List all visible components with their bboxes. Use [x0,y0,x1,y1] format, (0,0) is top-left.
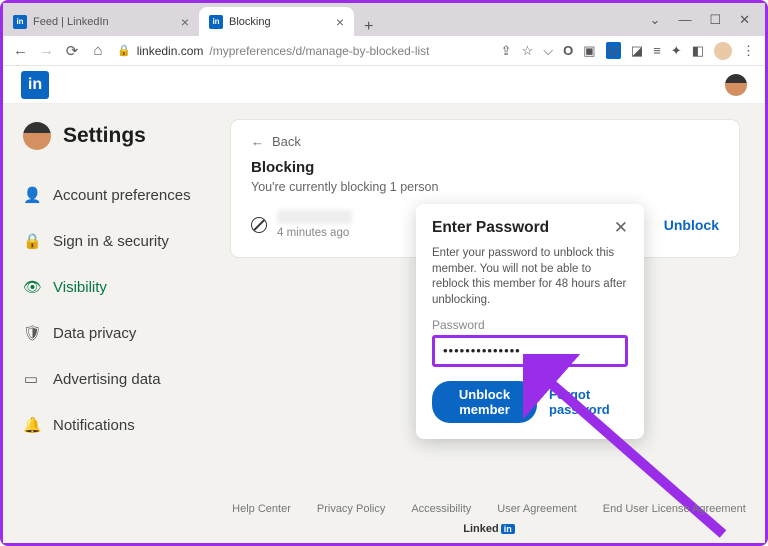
settings-sidebar: Settings 👤 Account preferences 🔒 Sign in… [3,104,213,543]
pocket-icon[interactable]: ⌵ [543,43,553,59]
ublock-icon[interactable]: U [606,42,621,59]
sidebar-item-label: Data privacy [53,325,136,342]
chevron-down-icon[interactable]: ⌄ [650,12,661,28]
main-panel: ← Back Blocking You're currently blockin… [213,104,765,543]
url-input[interactable]: 🔒 linkedin.com/mypreferences/d/manage-by… [117,44,489,58]
reload-icon[interactable]: ⟳ [65,42,79,60]
enter-password-modal: Enter Password ✕ Enter your password to … [416,204,644,439]
new-tab-button[interactable]: + [354,18,383,36]
tab-title: Blocking [229,16,271,28]
sidebar-item-label: Notifications [53,417,135,434]
window-controls: ⌄ — ☐ ✕ [650,3,765,36]
extensions-icon[interactable]: ✦ [671,43,682,59]
linkedin-footer-logo: Linkedin [463,523,514,535]
footer-link[interactable]: Privacy Policy [317,503,385,515]
page-title: Settings [63,124,146,148]
close-icon[interactable]: × [336,14,344,30]
content-area: Settings 👤 Account preferences 🔒 Sign in… [3,104,765,543]
sidebar-item-advertising-data[interactable]: ▭ Advertising data [23,356,213,402]
lock-icon: 🔒 [23,232,39,250]
unblock-button[interactable]: Unblock [664,217,719,233]
footer-link[interactable]: Help Center [232,503,291,515]
arrow-left-icon: ← [251,134,264,149]
address-bar: ← → ⟳ ⌂ 🔒 linkedin.com/mypreferences/d/m… [3,36,765,66]
linkedin-favicon-icon: in [13,15,27,29]
modal-description: Enter your password to unblock this memb… [432,246,628,308]
list-icon[interactable]: ≡ [653,43,661,58]
linkedin-header: in [3,66,765,104]
lock-icon: 🔒 [117,44,131,57]
footer: Help Center Privacy Policy Accessibility… [213,503,765,535]
url-path: /mypreferences/d/manage-by-blocked-list [209,44,429,58]
section-heading: Blocking [251,159,719,176]
opera-ext-icon[interactable]: O [563,43,573,58]
ad-icon: ▭ [23,370,39,388]
person-icon: 👤 [23,186,39,204]
back-label: Back [272,134,301,149]
unblock-member-button[interactable]: Unblock member [432,381,537,423]
sidebar-item-account-preferences[interactable]: 👤 Account preferences [23,172,213,218]
tab-blocking[interactable]: in Blocking × [199,7,354,36]
blocked-time: 4 minutes ago [277,227,352,239]
password-field-highlight [432,335,628,367]
shield-icon: 🛡 [23,324,39,342]
share-icon[interactable]: ⇪ [501,43,512,59]
footer-link[interactable]: End User License Agreement [603,503,746,515]
minimize-icon[interactable]: — [678,12,691,27]
section-subheading: You're currently blocking 1 person [251,180,719,194]
sidebar-item-label: Visibility [53,279,107,296]
me-avatar[interactable] [725,74,747,96]
password-label: Password [432,318,628,332]
sidebar-item-label: Sign in & security [53,233,169,250]
linkedin-logo-icon[interactable]: in [21,71,49,99]
maximize-icon[interactable]: ☐ [709,12,721,28]
blocked-member-name [277,210,352,224]
close-icon[interactable]: × [181,14,189,30]
browser-tab-strip: in Feed | LinkedIn × in Blocking × + ⌄ —… [3,3,765,36]
back-icon[interactable]: ← [13,42,27,59]
linkedin-favicon-icon: in [209,15,223,29]
sidebar-item-data-privacy[interactable]: 🛡 Data privacy [23,310,213,356]
url-host: linkedin.com [137,44,204,58]
sidebar-item-visibility[interactable]: 👁 Visibility [23,264,213,310]
forward-icon[interactable]: → [39,42,53,59]
panel-icon[interactable]: ◧ [692,43,704,59]
video-ext-icon[interactable]: ▣ [583,43,595,59]
menu-icon[interactable]: ⋮ [742,43,755,59]
sidebar-item-sign-in-security[interactable]: 🔒 Sign in & security [23,218,213,264]
footer-link[interactable]: Accessibility [411,503,471,515]
home-icon[interactable]: ⌂ [91,42,105,59]
profile-avatar-icon[interactable] [714,42,732,60]
ban-icon [251,217,267,233]
sidebar-item-label: Account preferences [53,187,191,204]
bell-icon: 🔔 [23,416,39,434]
tab-title: Feed | LinkedIn [33,16,109,28]
sidebar-item-notifications[interactable]: 🔔 Notifications [23,402,213,448]
password-input[interactable] [443,343,617,358]
tab-feed[interactable]: in Feed | LinkedIn × [3,7,199,36]
bookmark-icon[interactable]: ☆ [522,43,534,59]
eye-icon: 👁 [23,278,39,296]
sidebar-item-label: Advertising data [53,371,161,388]
forgot-password-link[interactable]: Forgot password [549,387,628,417]
back-button[interactable]: ← Back [251,134,719,149]
user-avatar [23,122,51,150]
modal-title: Enter Password [432,219,549,237]
close-icon[interactable]: ✕ [614,218,628,238]
footer-link[interactable]: User Agreement [497,503,576,515]
close-window-icon[interactable]: ✕ [739,12,750,28]
send-icon[interactable]: ◪ [631,43,643,59]
